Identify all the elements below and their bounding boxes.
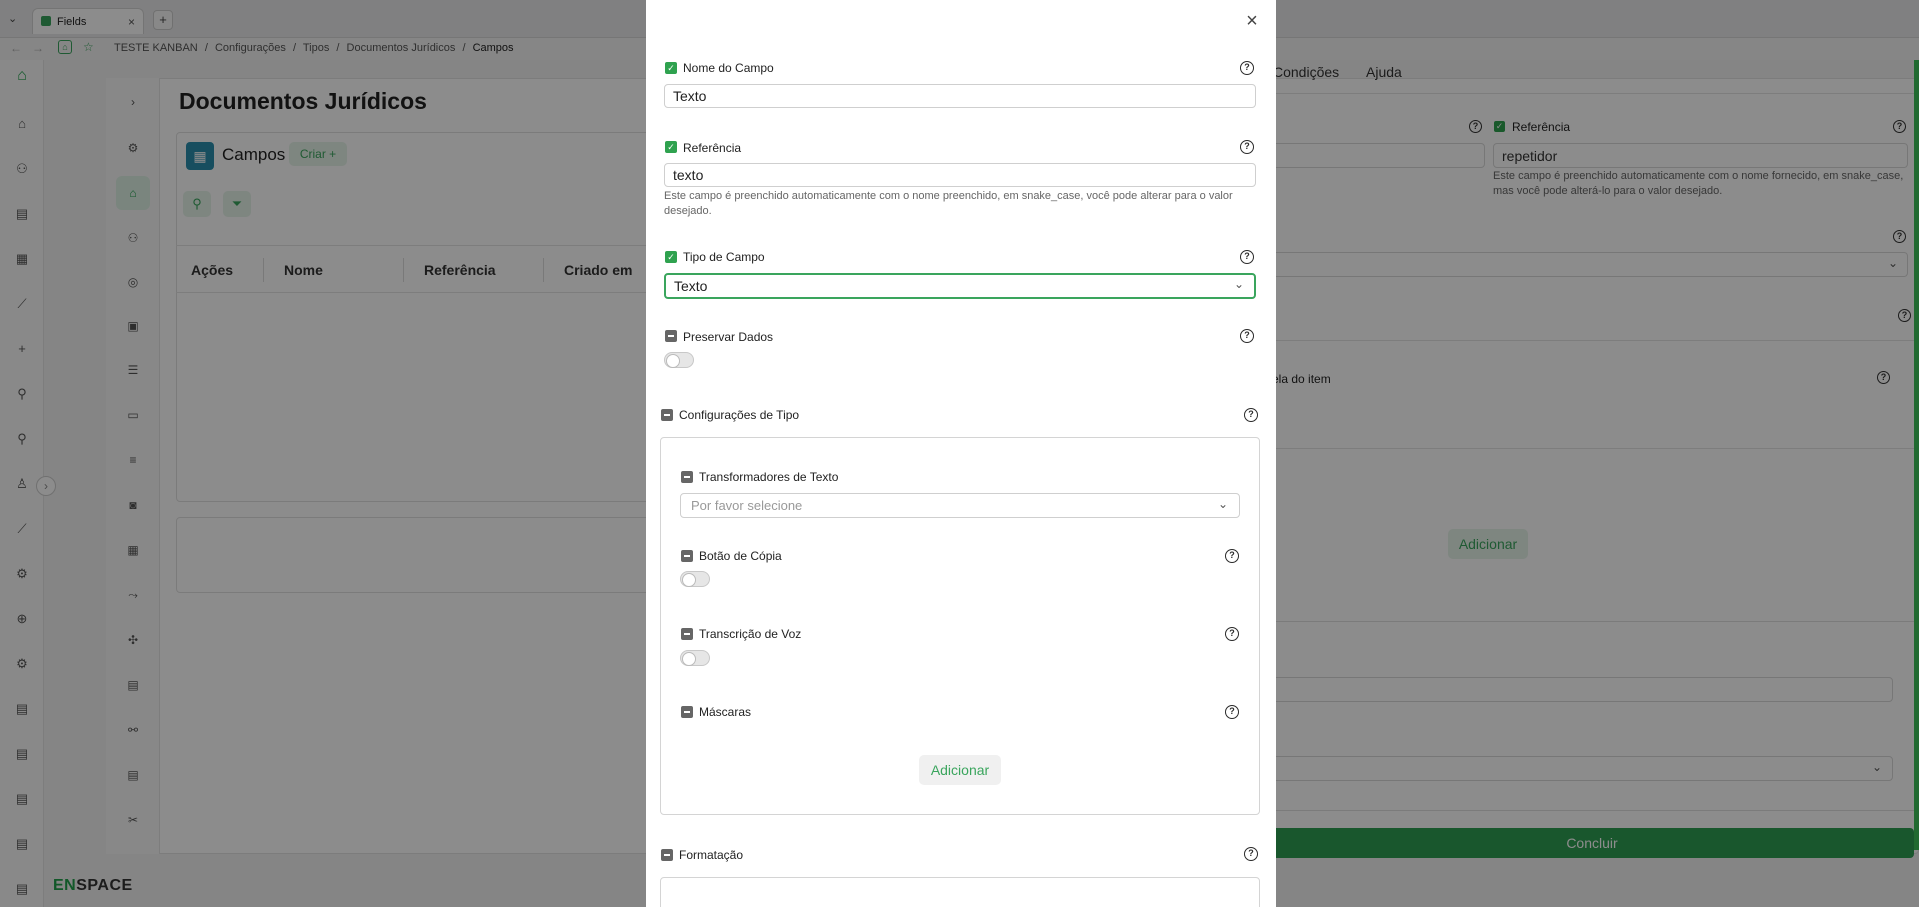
field-type-checkbox[interactable]: ✓ — [665, 251, 677, 263]
chevron-down-icon[interactable]: ⌄ — [1234, 277, 1244, 291]
copy-button-collapse-icon[interactable] — [681, 550, 693, 562]
chevron-down-icon[interactable]: ⌄ — [1218, 497, 1228, 511]
text-transformers-select[interactable]: Por favor selecione — [680, 493, 1240, 518]
field-type-select[interactable]: Texto — [664, 273, 1256, 299]
help-icon[interactable]: ? — [1225, 705, 1239, 719]
reference-input[interactable]: texto — [664, 163, 1256, 187]
help-icon[interactable]: ? — [1240, 61, 1254, 75]
masks-collapse-icon[interactable] — [681, 706, 693, 718]
voice-transcription-toggle[interactable] — [680, 650, 710, 666]
field-name-input[interactable]: Texto — [664, 84, 1256, 108]
masks-label: Máscaras — [699, 705, 752, 719]
formatting-label: Formatação — [679, 848, 744, 862]
copy-button-label: Botão de Cópia — [699, 549, 782, 563]
reference-label: Referência — [683, 141, 742, 155]
text-transformers-collapse-icon[interactable] — [681, 471, 693, 483]
help-icon[interactable]: ? — [1240, 140, 1254, 154]
formatting-collapse-icon[interactable] — [661, 849, 673, 861]
formatting-box — [660, 877, 1260, 907]
text-transformers-label: Transformadores de Texto — [699, 470, 839, 484]
preserve-data-label: Preservar Dados — [683, 330, 774, 344]
help-icon[interactable]: ? — [1240, 329, 1254, 343]
help-icon[interactable]: ? — [1244, 847, 1258, 861]
field-type-label: Tipo de Campo — [683, 250, 765, 264]
field-name-checkbox[interactable]: ✓ — [665, 62, 677, 74]
type-settings-label: Configurações de Tipo — [679, 408, 800, 422]
type-settings-collapse-icon[interactable] — [661, 409, 673, 421]
voice-transcription-label: Transcrição de Voz — [699, 627, 802, 641]
reference-help-text: Este campo é preenchido automaticamente … — [664, 190, 1233, 217]
preserve-data-collapse-icon[interactable] — [665, 330, 677, 342]
help-icon[interactable]: ? — [1240, 250, 1254, 264]
help-icon[interactable]: ? — [1244, 408, 1258, 422]
close-icon[interactable]: × — [1242, 11, 1262, 31]
preserve-data-toggle[interactable] — [664, 352, 694, 368]
field-name-label: Nome do Campo — [683, 61, 774, 75]
add-mask-button[interactable]: Adicionar — [919, 755, 1001, 785]
help-icon[interactable]: ? — [1225, 627, 1239, 641]
voice-transcription-collapse-icon[interactable] — [681, 628, 693, 640]
help-icon[interactable]: ? — [1225, 549, 1239, 563]
copy-button-toggle[interactable] — [680, 571, 710, 587]
reference-checkbox[interactable]: ✓ — [665, 141, 677, 153]
